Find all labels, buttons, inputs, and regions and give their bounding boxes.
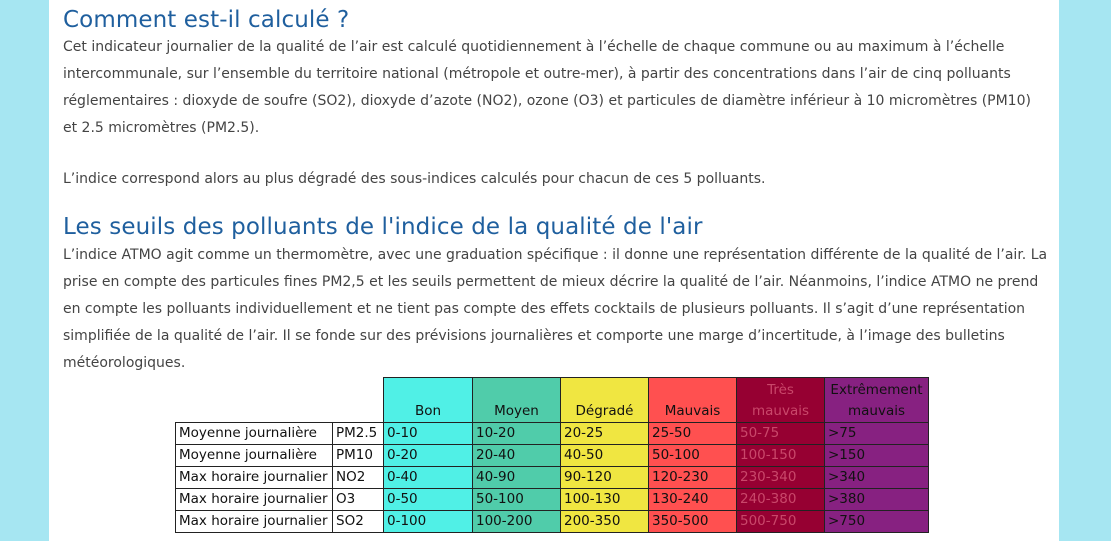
threshold-cell: 500-750 — [736, 510, 825, 533]
threshold-cell: 40-50 — [560, 444, 649, 467]
table-header-row: Bon Moyen Dégradé Mauvais Très mauvais E… — [176, 377, 929, 423]
table-row: Max horaire journalier SO2 0-100 100-200 200… — [175, 510, 929, 533]
threshold-cell: 40-90 — [472, 466, 561, 489]
row-label: Moyenne journalière — [175, 444, 333, 467]
row-pollutant: O3 — [332, 488, 384, 511]
threshold-cell: 130-240 — [648, 488, 737, 511]
row-label: Max horaire journalier — [175, 466, 333, 489]
header-blank-cell — [333, 378, 384, 423]
header-bon: Bon — [383, 377, 473, 423]
header-extremement-mauvais: Extrêmement mauvais — [824, 377, 929, 423]
header-blank-cell — [176, 378, 333, 423]
paragraph-atmo-description: L’indice ATMO agit comme un thermomètre,… — [63, 247, 1048, 371]
threshold-cell: >150 — [824, 444, 929, 467]
threshold-cell: 100-150 — [736, 444, 825, 467]
threshold-cell: 230-340 — [736, 466, 825, 489]
threshold-cell: 10-20 — [472, 422, 561, 445]
table-row: Moyenne journalière PM10 0-20 20-40 40-50 50-… — [175, 444, 929, 467]
threshold-cell: 0-40 — [383, 466, 473, 489]
threshold-cell: >380 — [824, 488, 929, 511]
threshold-cell: 350-500 — [648, 510, 737, 533]
row-pollutant: PM2.5 — [332, 422, 384, 445]
threshold-cell: >340 — [824, 466, 929, 489]
threshold-cell: 50-75 — [736, 422, 825, 445]
threshold-cell: 90-120 — [560, 466, 649, 489]
threshold-cell: 120-230 — [648, 466, 737, 489]
threshold-cell: 20-40 — [472, 444, 561, 467]
threshold-cell: 0-100 — [383, 510, 473, 533]
table-row: Max horaire journalier NO2 0-40 40-90 90-120… — [175, 466, 929, 489]
section-title-calculation: Comment est-il calculé ? — [63, 7, 350, 33]
threshold-cell: >750 — [824, 510, 929, 533]
threshold-cell: 0-50 — [383, 488, 473, 511]
paragraph-calculation: Cet indicateur journalier de la qualité … — [63, 39, 1031, 136]
threshold-cell: 100-200 — [472, 510, 561, 533]
threshold-cell: 20-25 — [560, 422, 649, 445]
atmo-threshold-table: Bon Moyen Dégradé Mauvais Très mauvais E… — [175, 377, 929, 533]
threshold-cell: 50-100 — [472, 488, 561, 511]
table-row: Max horaire journalier O3 0-50 50-100 100-13… — [175, 488, 929, 511]
threshold-cell: 0-20 — [383, 444, 473, 467]
threshold-cell: 100-130 — [560, 488, 649, 511]
threshold-cell: >75 — [824, 422, 929, 445]
threshold-cell: 25-50 — [648, 422, 737, 445]
header-moyen: Moyen — [472, 377, 561, 423]
paragraph-index-definition: L’indice correspond alors au plus dégrad… — [63, 171, 766, 187]
row-label: Max horaire journalier — [175, 510, 333, 533]
header-mauvais: Mauvais — [648, 377, 737, 423]
row-pollutant: PM10 — [332, 444, 384, 467]
header-degrade: Dégradé — [560, 377, 649, 423]
section-title-thresholds: Les seuils des polluants de l'indice de … — [63, 214, 703, 240]
header-tres-mauvais: Très mauvais — [736, 377, 825, 423]
row-pollutant: SO2 — [332, 510, 384, 533]
threshold-cell: 200-350 — [560, 510, 649, 533]
threshold-cell: 0-10 — [383, 422, 473, 445]
threshold-cell: 240-380 — [736, 488, 825, 511]
page-content: Comment est-il calculé ? Cet indicateur … — [49, 0, 1059, 541]
row-pollutant: NO2 — [332, 466, 384, 489]
row-label: Max horaire journalier — [175, 488, 333, 511]
table-row: Moyenne journalière PM2.5 0-10 10-20 20-25 25… — [175, 422, 929, 445]
row-label: Moyenne journalière — [175, 422, 333, 445]
threshold-cell: 50-100 — [648, 444, 737, 467]
